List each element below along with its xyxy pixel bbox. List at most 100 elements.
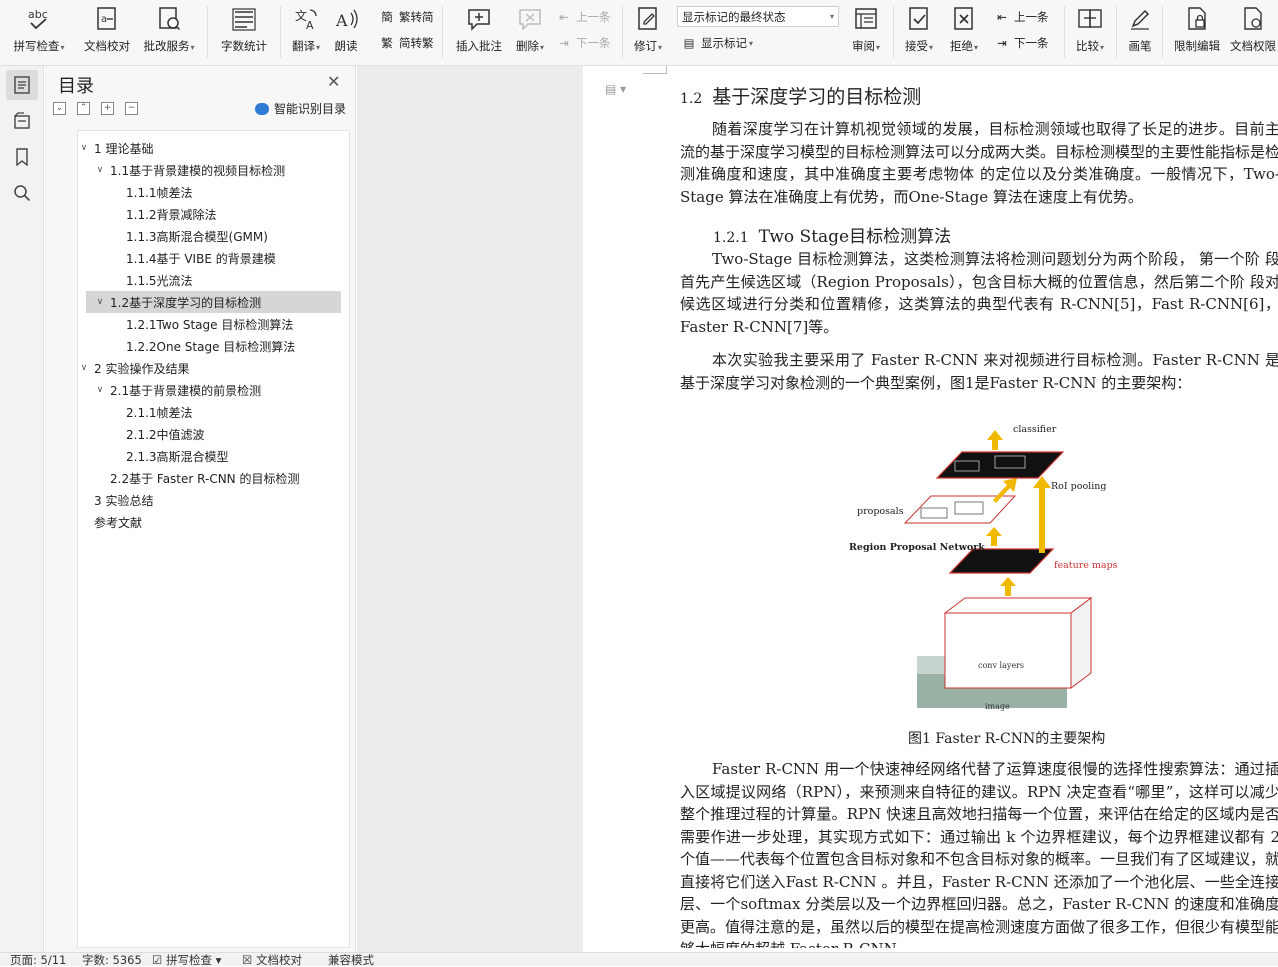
classifier-label: classifier [1013, 424, 1057, 435]
translate-button[interactable]: 文A 翻译▾ [286, 4, 326, 62]
doc-permission-button[interactable]: 文档权限 [1228, 4, 1278, 62]
toc-item[interactable]: 1.1.4基于 VIBE 的背景建模 [78, 247, 349, 269]
ribbon-separator [1064, 6, 1065, 58]
toc-panel: 目录 ✕ ⌄ ⌃ + − 智能识别目录 ∨ 1 理论基础 ∨ 1.1基于背景建模… [45, 66, 356, 952]
document-permission-icon [1237, 4, 1269, 34]
ink-button[interactable]: 画笔 [1122, 4, 1158, 62]
collapse-all-icon[interactable]: ⌄ [53, 102, 66, 115]
toc-item[interactable]: 1.2.2One Stage 目标检测算法 [78, 335, 349, 357]
toc-list: ∨ 1 理论基础 ∨ 1.1基于背景建模的视频目标检测 1.1.1帧差法 1.1… [77, 130, 350, 948]
toc-item[interactable]: ∨ 2.1基于背景建模的前景检测 [78, 379, 349, 401]
toc-item[interactable]: 1.1.2背景减除法 [78, 203, 349, 225]
expand-up-icon[interactable]: ⌃ [77, 102, 90, 115]
spell-check-button[interactable]: abc 拼写检查▾ [8, 4, 70, 62]
word-count-indicator[interactable]: 字数: 5365 [82, 953, 142, 967]
trad-to-simp-button[interactable]: 簡 繁转简 [378, 7, 433, 27]
review-service-button[interactable]: 批改服务▾ [138, 4, 200, 62]
remove-heading-icon[interactable]: − [125, 102, 138, 115]
toc-item[interactable]: 2.2基于 Faster R-CNN 的目标检测 [78, 467, 349, 489]
chapter-nav-button[interactable] [6, 106, 38, 136]
up-arrow-icon [1000, 577, 1016, 596]
word-count-icon [228, 4, 260, 34]
up-arrow-icon [1033, 476, 1051, 553]
doc-proof-icon: a [91, 4, 123, 34]
toc-item[interactable]: 1.1.5光流法 [78, 269, 349, 291]
toc-pane-button[interactable] [6, 70, 38, 100]
markup-mode-select[interactable]: 显示标记的最终状态 ▾ [677, 6, 839, 27]
search-button[interactable] [6, 178, 38, 208]
paragraph: Faster R-CNN 用一个快速神经网络代替了运算速度很慢的选择性搜索算法：… [680, 760, 1278, 948]
toc-item[interactable]: 2.1.1帧差法 [78, 401, 349, 423]
chapter-icon [14, 112, 30, 129]
search-icon [14, 185, 31, 202]
next-change-button[interactable]: ⇥ 下一条 [993, 33, 1048, 53]
next-comment-button[interactable]: ⇥ 下一条 [555, 33, 610, 53]
translate-icon: 文A [290, 4, 322, 34]
toc-item[interactable]: ∨ 1.1基于背景建模的视频目标检测 [78, 159, 349, 181]
toc-item-selected[interactable]: ∨ 1.2基于深度学习的目标检测 [86, 291, 341, 313]
word-count-button[interactable]: 字数统计 [216, 4, 272, 62]
bookmark-button[interactable] [6, 142, 38, 172]
restrict-edit-button[interactable]: 限制编辑 [1170, 4, 1224, 62]
prev-comment-icon: ⇤ [559, 10, 569, 24]
toc-item[interactable]: 1.1.1帧差法 [78, 181, 349, 203]
bookmark-icon [16, 148, 28, 166]
delete-comment-icon [514, 4, 546, 34]
chevron-down-icon[interactable]: ∨ [94, 165, 106, 175]
page-indicator[interactable]: 页面: 5/11 [10, 953, 66, 967]
compare-button[interactable]: 比较▾ [1070, 4, 1110, 62]
show-markup-button[interactable]: ▤ 显示标记 ▾ [680, 33, 753, 53]
toc-item[interactable]: 3 实验总结 [78, 489, 349, 511]
read-aloud-button[interactable]: A 朗读 [328, 4, 364, 62]
prev-change-button[interactable]: ⇤ 上一条 [993, 7, 1048, 27]
rpn-label: Region Proposal Network [849, 542, 985, 553]
review-pane-button[interactable]: 审阅▾ [846, 4, 886, 62]
toc-item[interactable]: ∨ 2 实验操作及结果 [78, 357, 349, 379]
paragraph-layout-icon[interactable]: ▤ ▾ [605, 82, 626, 96]
delete-comment-button[interactable]: 删除▾ [510, 4, 550, 62]
page-corner-mark [643, 66, 667, 74]
next-change-icon: ⇥ [997, 36, 1007, 50]
reject-change-button[interactable]: 拒绝▾ [944, 4, 984, 62]
smart-toc-button[interactable]: 智能识别目录 [255, 100, 346, 117]
toc-item[interactable]: 参考文献 [78, 511, 349, 533]
prev-comment-button[interactable]: ⇤ 上一条 [555, 7, 610, 27]
insert-comment-button[interactable]: 插入批注 [450, 4, 508, 62]
toc-item[interactable]: 1.1.3高斯混合模型(GMM) [78, 225, 349, 247]
subsection-heading: 1.2.1 Two Stage目标检测算法 [713, 227, 952, 247]
svg-text:A: A [335, 11, 348, 30]
reject-icon [948, 4, 980, 34]
spell-check-status[interactable]: ☑ 拼写检查 ▾ [152, 953, 221, 967]
simp-to-trad-button[interactable]: 繁 简转繁 [378, 33, 433, 53]
proof-icon: ☒ [242, 953, 253, 967]
document-page[interactable]: ▤ ▾ 1.2 基于深度学习的目标检测 随着深度学习在计算机视觉领域的发展，目标检… [583, 66, 1278, 952]
insert-comment-icon [463, 4, 495, 34]
toc-item[interactable]: 2.1.2中值滤波 [78, 423, 349, 445]
lock-document-icon [1181, 4, 1213, 34]
chevron-down-icon[interactable]: ∨ [94, 385, 106, 395]
conv-layers-box [944, 612, 1072, 689]
spell-check-icon: abc [23, 4, 55, 34]
svg-text:A: A [306, 19, 314, 32]
close-icon[interactable]: ✕ [327, 72, 340, 91]
toc-item[interactable]: 1.2.1Two Stage 目标检测算法 [78, 313, 349, 335]
chevron-down-icon[interactable]: ∨ [94, 297, 106, 307]
trad-to-simp-icon: 簡 [381, 10, 393, 24]
ribbon-separator [442, 6, 443, 58]
doc-proof-button[interactable]: a 文档校对 [78, 4, 136, 62]
conv-layers-label: conv layers [978, 661, 1024, 670]
toc-item[interactable]: 2.1.3高斯混合模型 [78, 445, 349, 467]
ribbon-separator [1116, 6, 1117, 58]
chevron-down-icon[interactable]: ∨ [78, 363, 90, 373]
track-changes-button[interactable]: 修订▾ [628, 4, 668, 62]
toc-item[interactable]: ∨ 1 理论基础 [78, 137, 349, 159]
chevron-down-icon[interactable]: ∨ [78, 143, 90, 153]
image-label: image [985, 702, 1010, 711]
roi-pooling-label: RoI pooling [1051, 481, 1106, 492]
ribbon-toolbar: abc 拼写检查▾ a 文档校对 批改服务▾ 字数统计 文A 翻译▾ A 朗读 [0, 0, 1278, 66]
accept-change-button[interactable]: 接受▾ [899, 4, 939, 62]
add-heading-icon[interactable]: + [101, 102, 114, 115]
svg-text:a: a [101, 14, 107, 25]
up-arrow-icon [987, 430, 1003, 450]
doc-proof-status[interactable]: ☒ 文档校对 [242, 953, 302, 967]
